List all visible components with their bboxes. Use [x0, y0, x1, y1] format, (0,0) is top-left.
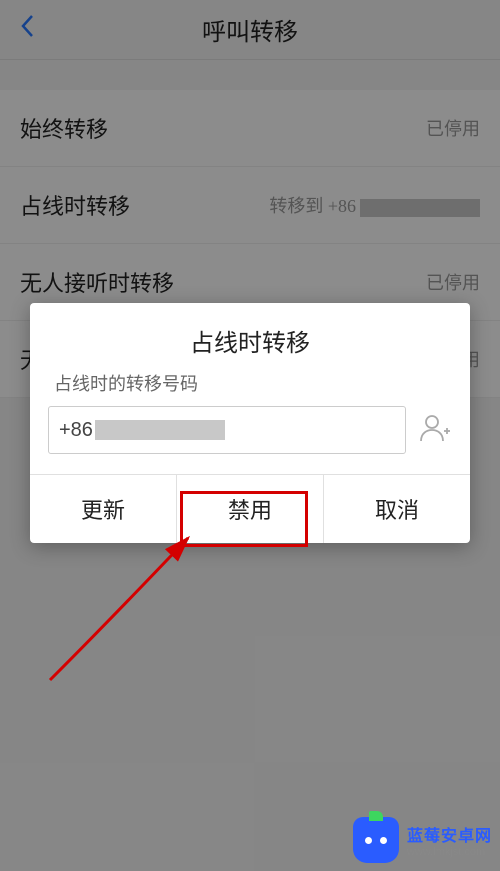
phone-number-input[interactable]: +86	[48, 406, 406, 454]
app-screen: 呼叫转移 始终转移 已停用 占线时转移 转移到 +86 无人接听时转移 已停用 …	[0, 0, 500, 871]
phone-prefix: +86	[59, 419, 93, 442]
dialog-input-row: +86	[30, 406, 470, 474]
forward-busy-dialog: 占线时转移 占线时的转移号码 +86 更新 禁用 取消	[30, 303, 470, 543]
dialog-title: 占线时转移	[30, 303, 470, 370]
dialog-subtitle: 占线时的转移号码	[30, 370, 470, 406]
dialog-button-row: 更新 禁用 取消	[30, 474, 470, 543]
disable-button[interactable]: 禁用	[176, 475, 323, 543]
redacted-input-number	[95, 420, 225, 440]
watermark: 蓝莓安卓网 www.lmkjst.com	[353, 817, 492, 863]
add-contact-icon[interactable]	[418, 411, 452, 450]
watermark-logo-icon	[353, 817, 399, 863]
update-button[interactable]: 更新	[30, 475, 176, 543]
watermark-url: www.lmkjst.com	[407, 846, 492, 858]
watermark-text: 蓝莓安卓网 www.lmkjst.com	[407, 822, 492, 858]
cancel-button[interactable]: 取消	[323, 475, 470, 543]
watermark-title: 蓝莓安卓网	[407, 822, 492, 846]
